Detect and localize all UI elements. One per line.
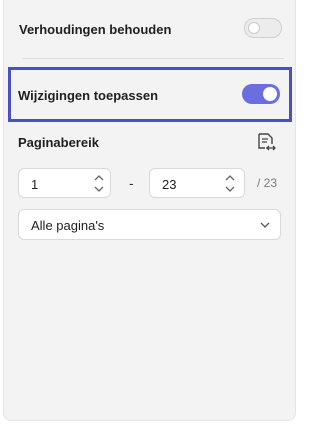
apply-changes-toggle[interactable] (242, 84, 280, 104)
chevron-up-icon[interactable] (224, 174, 236, 182)
chevron-down-icon[interactable] (224, 185, 236, 193)
keep-ratio-label: Verhoudingen behouden (19, 22, 172, 37)
page-selection-value: Alle pagina's (31, 218, 105, 233)
chevron-down-icon (260, 222, 270, 228)
chevron-down-icon[interactable] (93, 185, 105, 193)
range-separator: - (129, 175, 134, 191)
page-from-field[interactable]: 1 (18, 168, 111, 198)
page-range-label: Paginabereik (18, 135, 99, 150)
page-selection-dropdown[interactable]: Alle pagina's (18, 209, 281, 240)
toggle-knob (263, 87, 277, 101)
chevron-up-icon[interactable] (93, 174, 105, 182)
page-from-value: 1 (31, 177, 39, 192)
divider (22, 58, 284, 59)
page-to-value: 23 (162, 177, 177, 192)
keep-ratio-toggle[interactable] (244, 18, 282, 38)
page-to-field[interactable]: 23 (149, 168, 245, 198)
page-range-icon[interactable] (255, 131, 277, 153)
page-total: / 23 (257, 176, 278, 190)
apply-changes-label: Wijzigingen toepassen (18, 88, 159, 103)
toggle-knob (248, 22, 260, 34)
page-from-stepper[interactable] (93, 172, 105, 194)
page-to-stepper[interactable] (224, 172, 236, 194)
